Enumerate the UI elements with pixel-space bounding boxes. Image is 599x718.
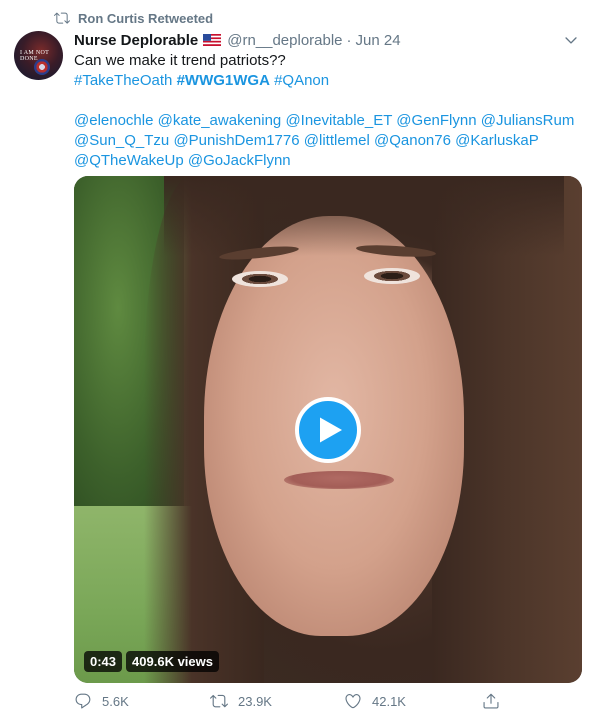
tweet-actions: 5.6K 23.9K 42.1K — [74, 692, 504, 714]
hashtag-link[interactable]: #TakeTheOath — [74, 72, 172, 89]
mention-link[interactable]: @Inevitable_ET — [285, 112, 392, 129]
mention-link[interactable]: @KarluskaP — [455, 132, 539, 149]
mention-link[interactable]: @JuliansRum — [481, 112, 575, 129]
avatar[interactable]: I AM NOT DONE — [14, 31, 63, 80]
retweet-label: Ron Curtis Retweeted — [78, 10, 214, 26]
reply-count: 5.6K — [102, 693, 129, 709]
play-icon — [319, 417, 342, 443]
hashtag-link[interactable]: #QAnon — [274, 72, 329, 89]
heart-icon — [345, 694, 361, 709]
reply-icon — [75, 693, 91, 709]
play-button[interactable] — [295, 397, 361, 463]
mention-link[interactable]: @Sun_Q_Tzu — [74, 132, 169, 149]
video-player[interactable]: 0:43 409.6K views — [74, 176, 582, 683]
separator-dot: · — [346, 31, 352, 49]
tweet-text: Can we make it trend patriots?? #TakeThe… — [74, 51, 586, 171]
display-name[interactable]: Nurse Deplorable — [74, 32, 198, 49]
retweet-count: 23.9K — [238, 693, 272, 709]
mention-link[interactable]: @PunishDem1776 — [173, 132, 299, 149]
mention-link[interactable]: @elenochle — [74, 112, 153, 129]
mention-line: @elenochle @kate_awakening @Inevitable_E… — [74, 111, 586, 131]
share-button[interactable] — [482, 692, 500, 710]
video-views: 409.6K views — [126, 651, 219, 672]
mention-line: @QTheWakeUp @GoJackFlynn — [74, 151, 586, 171]
hashtag-link[interactable]: #WWG1WGA — [177, 72, 270, 89]
video-meta: 0:43 409.6K views — [84, 651, 219, 672]
chevron-down-icon[interactable] — [563, 32, 579, 48]
user-handle[interactable]: @rn__deplorable — [227, 32, 342, 49]
tweet-text-line: Can we make it trend patriots?? — [74, 52, 286, 69]
like-button[interactable]: 42.1K — [344, 692, 406, 710]
video-duration: 0:43 — [84, 651, 123, 672]
tweet-date[interactable]: Jun 24 — [356, 32, 401, 49]
mention-link[interactable]: @GoJackFlynn — [188, 152, 291, 169]
retweet-icon — [54, 10, 70, 26]
retweet-icon — [210, 694, 228, 708]
avatar-shield-graphic — [34, 59, 50, 75]
like-count: 42.1K — [372, 693, 406, 709]
retweet-context[interactable]: Ron Curtis Retweeted — [54, 10, 213, 26]
share-icon — [483, 693, 499, 709]
mention-link[interactable]: @GenFlynn — [396, 112, 476, 129]
mouth — [284, 471, 394, 489]
mention-link[interactable]: @Qanon76 — [374, 132, 451, 149]
mention-link[interactable]: @kate_awakening — [158, 112, 282, 129]
mention-line: @Sun_Q_Tzu @PunishDem1776 @littlemel @Qa… — [74, 131, 586, 151]
reply-button[interactable]: 5.6K — [74, 692, 129, 710]
eye — [232, 271, 288, 287]
hair-top — [164, 176, 564, 256]
hashtag-line: #TakeTheOath #WWG1WGA #QAnon — [74, 71, 586, 91]
us-flag-icon — [203, 34, 222, 46]
mention-link[interactable]: @QTheWakeUp — [74, 152, 184, 169]
eye — [364, 268, 420, 284]
tweet-header: Nurse Deplorable @rn__deplorable · Jun 2… — [74, 30, 579, 50]
retweet-button[interactable]: 23.9K — [210, 692, 272, 710]
mention-link[interactable]: @littlemel — [304, 132, 370, 149]
